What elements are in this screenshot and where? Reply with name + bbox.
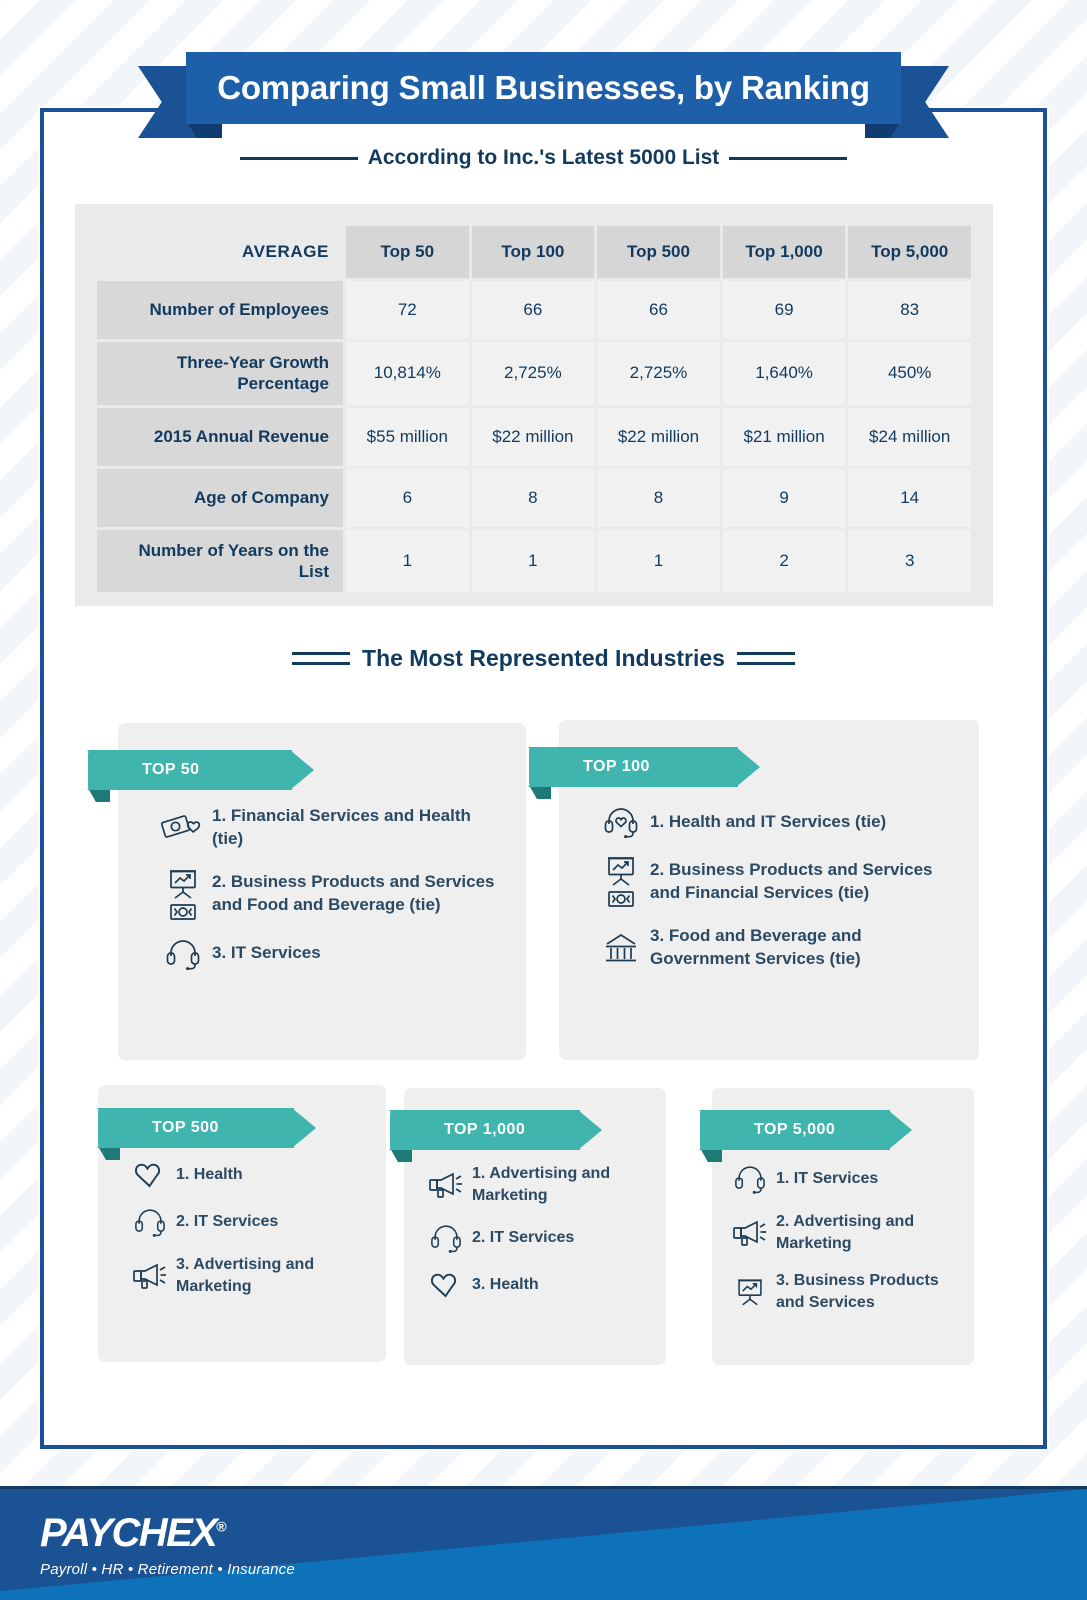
- subtitle-rule-left: [239, 156, 358, 160]
- list-item: 2. IT Services: [128, 1206, 378, 1238]
- presentation-chart-and-money-icon: [596, 854, 646, 909]
- tab-notch: [699, 1110, 725, 1150]
- list-item-label: 1. Advertising and Marketing: [472, 1165, 611, 1204]
- list-item-label: 2. Business Products and Services and Fo…: [212, 872, 495, 915]
- footer-bar: PAYCHEX® Payroll • HR • Retirement • Ins…: [0, 1486, 1087, 1600]
- tab-label-top-100: TOP 100: [583, 758, 650, 775]
- money-heart-icon: [158, 811, 208, 845]
- list-item: 3. Food and Beverage and Government Serv…: [596, 925, 966, 971]
- list-top-50: 1. Financial Services and Health (tie) 2…: [158, 805, 498, 986]
- presentation-chart-icon: [728, 1276, 772, 1308]
- list-item-label: 1. Financial Services and Health (tie): [212, 806, 471, 848]
- trademark-symbol: ®: [216, 1518, 227, 1535]
- section-rule-left: [292, 652, 351, 665]
- list-item: 1. IT Services: [728, 1163, 968, 1195]
- list-item-label: 3. Health: [472, 1276, 539, 1294]
- subtitle-rule-right: [729, 156, 848, 160]
- list-item-label: 3. Business Products and Services: [776, 1272, 939, 1311]
- list-item-label: 2. IT Services: [472, 1229, 575, 1247]
- paychex-tagline: Payroll • HR • Retirement • Insurance: [40, 1561, 295, 1578]
- tab-label-top-5000: TOP 5,000: [754, 1121, 836, 1138]
- government-building-icon: [596, 931, 646, 965]
- page-title: Comparing Small Businesses, by Ranking: [217, 69, 870, 106]
- section-rule-right: [736, 652, 795, 665]
- tab-notch: [97, 1108, 123, 1148]
- tab-fold: [88, 788, 110, 802]
- tab-notch: [528, 747, 554, 787]
- tab-wrap-top-1000: TOP 1,000: [389, 1110, 580, 1162]
- list-item-label: 2. Business Products and Services and Fi…: [650, 859, 933, 902]
- list-item: 2. Advertising and Marketing: [728, 1211, 968, 1254]
- list-item-label: 3. IT Services: [212, 943, 321, 963]
- list-item-label: 1. IT Services: [776, 1170, 879, 1188]
- list-item-label: 2. Advertising and Marketing: [776, 1213, 915, 1252]
- tab-fold: [390, 1148, 412, 1162]
- list-item: 2. Business Products and Services and Fo…: [158, 867, 498, 922]
- heart-icon: [128, 1160, 172, 1190]
- megaphone-icon: [128, 1261, 172, 1291]
- tab-wrap-top-500: TOP 500: [97, 1108, 294, 1160]
- tab-top-50[interactable]: TOP 50: [87, 750, 292, 790]
- list-item: 1. Health and IT Services (tie): [596, 806, 966, 838]
- headset-icon: [158, 938, 208, 970]
- tab-label-top-1000: TOP 1,000: [444, 1121, 526, 1138]
- list-top-1000: 1. Advertising and Marketing 2. IT Servi…: [424, 1163, 660, 1316]
- tab-wrap-top-5000: TOP 5,000: [699, 1110, 890, 1162]
- tab-top-500[interactable]: TOP 500: [97, 1108, 294, 1148]
- industries-section-heading: The Most Represented Industries: [40, 645, 1047, 672]
- paychex-logo: PAYCHEX®: [40, 1513, 227, 1553]
- headset-icon: [128, 1206, 172, 1238]
- ribbon-body: Comparing Small Businesses, by Ranking: [186, 52, 901, 124]
- tab-notch: [389, 1110, 415, 1150]
- presentation-chart-and-money-icon: [158, 867, 208, 922]
- headset-icon: [728, 1163, 772, 1195]
- tab-top-5000[interactable]: TOP 5,000: [699, 1110, 890, 1150]
- list-top-5000: 1. IT Services 2. Advertising and Market…: [728, 1163, 968, 1329]
- list-item: 3. IT Services: [158, 938, 498, 970]
- industry-cards: TOP 50 TOP 100 TOP 500 TOP 1,000 TOP 5,0…: [0, 0, 1087, 1600]
- heart-icon: [424, 1270, 468, 1300]
- list-item-label: 3. Advertising and Marketing: [176, 1256, 315, 1295]
- headset-heart-icon: [596, 806, 646, 838]
- list-item: 1. Advertising and Marketing: [424, 1163, 660, 1206]
- list-item-label: 1. Health and IT Services (tie): [650, 811, 887, 831]
- list-item: 2. IT Services: [424, 1222, 660, 1254]
- tab-wrap-top-50: TOP 50: [87, 750, 292, 802]
- list-item: 3. Business Products and Services: [728, 1270, 968, 1313]
- tab-fold: [700, 1148, 722, 1162]
- tab-wrap-top-100: TOP 100: [528, 747, 738, 799]
- list-item: 3. Advertising and Marketing: [128, 1254, 378, 1297]
- tab-label-top-50: TOP 50: [142, 761, 200, 778]
- footer-branding: PAYCHEX® Payroll • HR • Retirement • Ins…: [40, 1513, 295, 1578]
- list-top-500: 1. Health 2. IT Services 3. Advertising …: [128, 1160, 378, 1313]
- megaphone-icon: [728, 1218, 772, 1248]
- tab-fold: [529, 785, 551, 799]
- headset-icon: [424, 1222, 468, 1254]
- tab-top-100[interactable]: TOP 100: [528, 747, 738, 787]
- section-title: The Most Represented Industries: [362, 645, 725, 671]
- list-item: 3. Health: [424, 1270, 660, 1300]
- list-item-label: 2. IT Services: [176, 1213, 279, 1231]
- tab-notch: [87, 750, 113, 790]
- list-item: 2. Business Products and Services and Fi…: [596, 854, 966, 909]
- title-ribbon: Comparing Small Businesses, by Ranking: [0, 52, 1087, 152]
- paychex-wordmark: PAYCHEX: [40, 1511, 218, 1555]
- list-item-label: 3. Food and Beverage and Government Serv…: [650, 926, 862, 968]
- list-item: 1. Financial Services and Health (tie): [158, 805, 498, 851]
- megaphone-icon: [424, 1170, 468, 1200]
- list-item: 1. Health: [128, 1160, 378, 1190]
- tab-top-1000[interactable]: TOP 1,000: [389, 1110, 580, 1150]
- tab-label-top-500: TOP 500: [152, 1119, 219, 1136]
- list-top-100: 1. Health and IT Services (tie) 2. Busin…: [596, 806, 966, 987]
- list-item-label: 1. Health: [176, 1166, 243, 1184]
